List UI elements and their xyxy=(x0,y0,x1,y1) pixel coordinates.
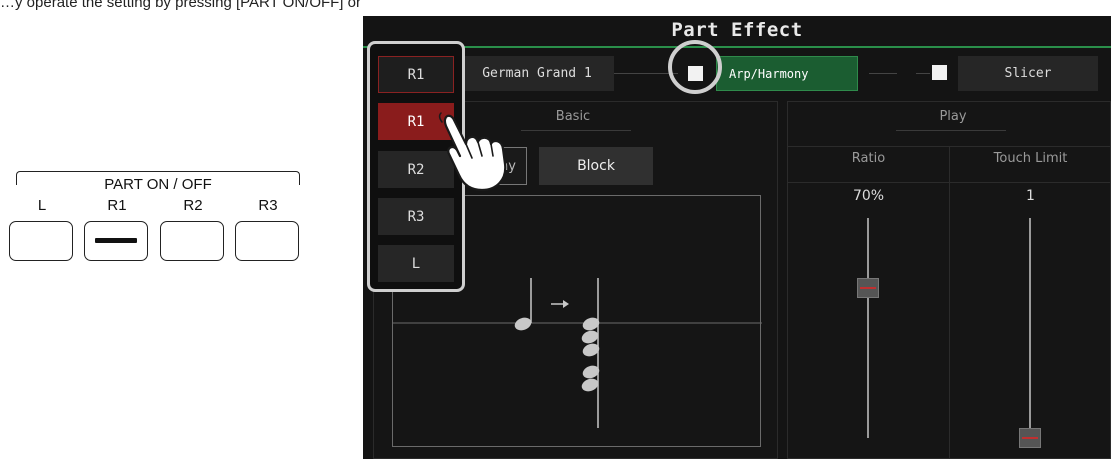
link-line xyxy=(916,73,930,74)
chord-notes-icon xyxy=(581,278,600,428)
slicer-checkbox-icon[interactable] xyxy=(932,65,947,80)
part-label-r3: R3 xyxy=(258,197,278,214)
page-title: Part Effect xyxy=(671,19,803,41)
part-button-r1[interactable] xyxy=(84,221,148,261)
menu-item-r1-current[interactable]: R1 xyxy=(378,56,454,93)
touch-limit-value: 1 xyxy=(1026,188,1035,204)
ratio-value: 70% xyxy=(852,188,885,204)
slicer-button[interactable]: Slicer xyxy=(958,56,1098,91)
quarter-note-icon xyxy=(514,278,532,331)
display-screen: Part Effect R1 German Grand 1 Arp/Harmon… xyxy=(363,16,1111,459)
title-bar: Part Effect xyxy=(363,16,1111,48)
arrow-right-icon xyxy=(551,300,569,308)
touch-limit-label: Touch Limit xyxy=(993,151,1068,166)
menu-item-l[interactable]: L xyxy=(378,245,454,282)
part-label-r2: R2 xyxy=(183,197,203,214)
heading-underline xyxy=(896,130,1006,131)
ratio-label: Ratio xyxy=(851,151,886,166)
part-on-off-title: PART ON / OFF xyxy=(0,176,316,193)
voice-name-button[interactable]: German Grand 1 xyxy=(460,56,614,91)
touch-limit-slider-thumb[interactable] xyxy=(1019,428,1041,448)
arp-harmony-button[interactable]: Arp/Harmony xyxy=(716,56,858,91)
part-button-r3[interactable] xyxy=(235,221,299,261)
link-line xyxy=(869,73,897,74)
touch-limit-slider-track[interactable] xyxy=(1029,218,1031,448)
play-heading: Play xyxy=(939,109,967,124)
part-label-r1: R1 xyxy=(107,197,127,214)
block-button[interactable]: Block xyxy=(539,147,653,185)
part-button-l[interactable] xyxy=(9,221,73,261)
part-button-r2[interactable] xyxy=(160,221,224,261)
basic-heading: Basic xyxy=(555,109,591,124)
part-label-l: L xyxy=(37,197,47,214)
ratio-slider-track[interactable] xyxy=(867,218,869,438)
hand-pointer-icon xyxy=(438,112,507,192)
menu-item-r3[interactable]: R3 xyxy=(378,198,454,235)
ratio-slider-thumb[interactable] xyxy=(857,278,879,298)
intro-text: …y operate the setting by pressing [PART… xyxy=(0,0,360,11)
heading-underline xyxy=(521,130,631,131)
highlight-circle xyxy=(668,40,722,94)
